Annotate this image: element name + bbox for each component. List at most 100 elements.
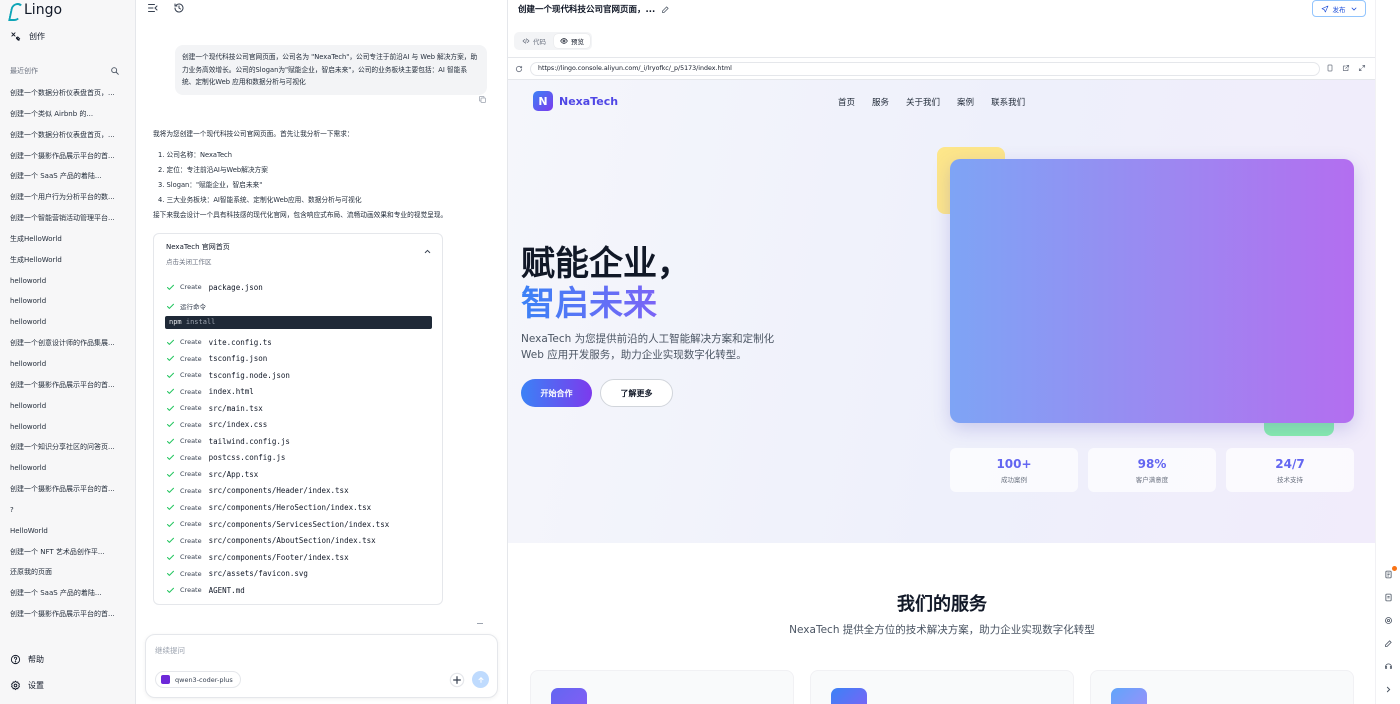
service-card[interactable] [810, 670, 1074, 704]
file-path: src/assets/favicon.svg [208, 569, 308, 579]
tab-preview[interactable]: 预览 [554, 34, 590, 48]
check-icon [166, 488, 175, 494]
check-icon [166, 438, 175, 444]
sidebar-history-item[interactable]: 创建一个摄影作品展示平台的首... [10, 375, 128, 396]
sidebar-history-item[interactable]: helloworld [10, 312, 128, 333]
sidebar-history-item[interactable]: 创建一个类似 Airbnb 的... [10, 104, 128, 125]
check-icon [166, 303, 175, 309]
reply-point: 1. 公司名称：NexaTech [158, 151, 232, 159]
url-field[interactable]: https://lingo.console.aliyun.com/_i/lryo… [530, 62, 1320, 76]
sidebar-history-item[interactable]: 创建一个 SaaS 产品的着陆... [10, 166, 128, 187]
settings-link[interactable]: 设置 [10, 680, 120, 691]
sidebar-history-item[interactable]: 生成HelloWorld [10, 229, 128, 250]
site-nav-item[interactable]: 关于我们 [906, 96, 940, 108]
arrow-up-icon [478, 676, 483, 683]
sidebar-history-item[interactable]: ? [10, 500, 128, 521]
sidebar-history-item[interactable]: 创建一个摄影作品展示平台的首... [10, 604, 128, 625]
notes-icon[interactable] [1384, 570, 1393, 579]
settings-icon[interactable] [1384, 616, 1393, 625]
chart-icon [1111, 688, 1147, 704]
stat-card: 100+ 成功案例 [950, 448, 1078, 492]
command-arg: install [185, 318, 216, 326]
composer: 继续提问 qwen3-coder-plus [145, 634, 498, 698]
sidebar-history-item[interactable]: 创建一个摄影作品展示平台的首... [10, 146, 128, 167]
sidebar-history-item[interactable]: 创建一个数据分析仪表盘首页，... [10, 83, 128, 104]
help-link[interactable]: 帮助 [10, 654, 120, 665]
sidebar-history-item[interactable]: HelloWorld [10, 521, 128, 542]
history-icon[interactable] [173, 2, 185, 14]
fullscreen-icon[interactable] [1358, 64, 1366, 72]
support-icon[interactable] [1384, 662, 1393, 671]
create-label: Create [180, 486, 202, 495]
sidebar-history-item[interactable]: 创建一个知识分享社区的问答页... [10, 437, 128, 458]
app-brand[interactable]: Lingo [8, 1, 62, 19]
composer-input[interactable]: 继续提问 [155, 645, 185, 656]
address-bar-actions [1326, 64, 1366, 72]
nav-create-label: 创作 [29, 32, 45, 41]
site-logo[interactable]: N NexaTech [533, 91, 618, 111]
sidebar-history-item[interactable]: helloworld [10, 291, 128, 312]
hero-title: 赋能企业， 智启未来 [521, 244, 691, 324]
sidebar-history-item[interactable]: 创建一个用户行为分析平台的数... [10, 187, 128, 208]
sidebar-history-item[interactable]: 生成HelloWorld [10, 250, 128, 271]
site-nav-item[interactable]: 服务 [872, 96, 889, 108]
check-icon [166, 372, 175, 378]
send-button[interactable] [472, 671, 489, 688]
site-nav-item[interactable]: 首页 [838, 96, 855, 108]
nav-create[interactable]: 创作 [10, 31, 45, 42]
sidebar-history-item[interactable]: helloworld [10, 396, 128, 417]
sidebar-history-item[interactable]: helloworld [10, 271, 128, 292]
create-file-step: Create index.html [166, 386, 254, 398]
create-label: Create [180, 536, 202, 545]
create-file-step: Create tailwind.config.js [166, 435, 290, 447]
workspace-card[interactable]: NexaTech 官网首页 点击关闭工作区 npm install Create… [153, 233, 443, 605]
service-card[interactable] [1090, 670, 1354, 704]
stat-value: 24/7 [1275, 457, 1305, 471]
recent-header: 最近创作 [10, 66, 120, 76]
code-icon [522, 38, 530, 44]
stat-label: 客户满意度 [1135, 476, 1169, 484]
model-selector[interactable]: qwen3-coder-plus [155, 671, 241, 688]
sidebar-history-item[interactable]: 创建一个智能营销活动管理平台... [10, 208, 128, 229]
publish-button[interactable]: 发布 [1312, 0, 1366, 17]
tab-code[interactable]: 代码 [516, 34, 552, 48]
chevron-up-icon[interactable] [423, 247, 432, 256]
help-label: 帮助 [28, 655, 44, 664]
chevron-right-icon[interactable] [1384, 685, 1393, 694]
edit-icon[interactable] [661, 5, 670, 14]
copy-icon[interactable] [478, 95, 487, 104]
start-cooperation-button[interactable]: 开始合作 [521, 379, 592, 407]
pencil-icon[interactable] [1384, 639, 1393, 648]
stat-label: 成功案例 [1001, 476, 1027, 484]
site-nav-item[interactable]: 案例 [957, 96, 974, 108]
sidebar-history-item[interactable]: helloworld [10, 458, 128, 479]
create-label: Create [180, 387, 202, 396]
check-icon [166, 388, 175, 395]
code-icon [831, 688, 867, 704]
site-nav-item[interactable]: 联系我们 [991, 96, 1025, 108]
sidebar-history-item[interactable]: 创建一个创意设计师的作品集展... [10, 333, 128, 354]
add-icon[interactable] [449, 672, 465, 688]
create-file-step: Create src/App.tsx [166, 468, 258, 480]
sidebar-history-item[interactable]: 创建一个数据分析仪表盘首页，... [10, 125, 128, 146]
check-icon [166, 355, 175, 361]
learn-more-button[interactable]: 了解更多 [600, 379, 673, 407]
lingo-logo-icon [8, 3, 20, 17]
mobile-view-icon[interactable] [1326, 64, 1334, 72]
open-external-icon[interactable] [1342, 64, 1350, 72]
reload-icon[interactable] [515, 65, 523, 73]
file-path: package.json [208, 282, 263, 292]
sidebar-history-item[interactable]: 创建一个 SaaS 产品的着陆... [10, 583, 128, 604]
sidebar-history-item[interactable]: helloworld [10, 354, 128, 375]
search-icon[interactable] [110, 66, 120, 76]
create-label: Create [180, 354, 202, 363]
document-icon[interactable] [1384, 593, 1393, 602]
sidebar-history-item[interactable]: 创建一个摄影作品展示平台的首... [10, 479, 128, 500]
site-logo-mark: N [533, 91, 553, 111]
sidebar-history-item[interactable]: 还原我的页面 [10, 562, 128, 583]
service-card[interactable] [530, 670, 794, 704]
sidebar-history-item[interactable]: helloworld [10, 417, 128, 438]
stat-card: 24/7 技术支持 [1226, 448, 1354, 492]
sidebar-history-item[interactable]: 创建一个 NFT 艺术品创作平... [10, 542, 128, 563]
collapse-sidebar-icon[interactable] [147, 2, 159, 14]
